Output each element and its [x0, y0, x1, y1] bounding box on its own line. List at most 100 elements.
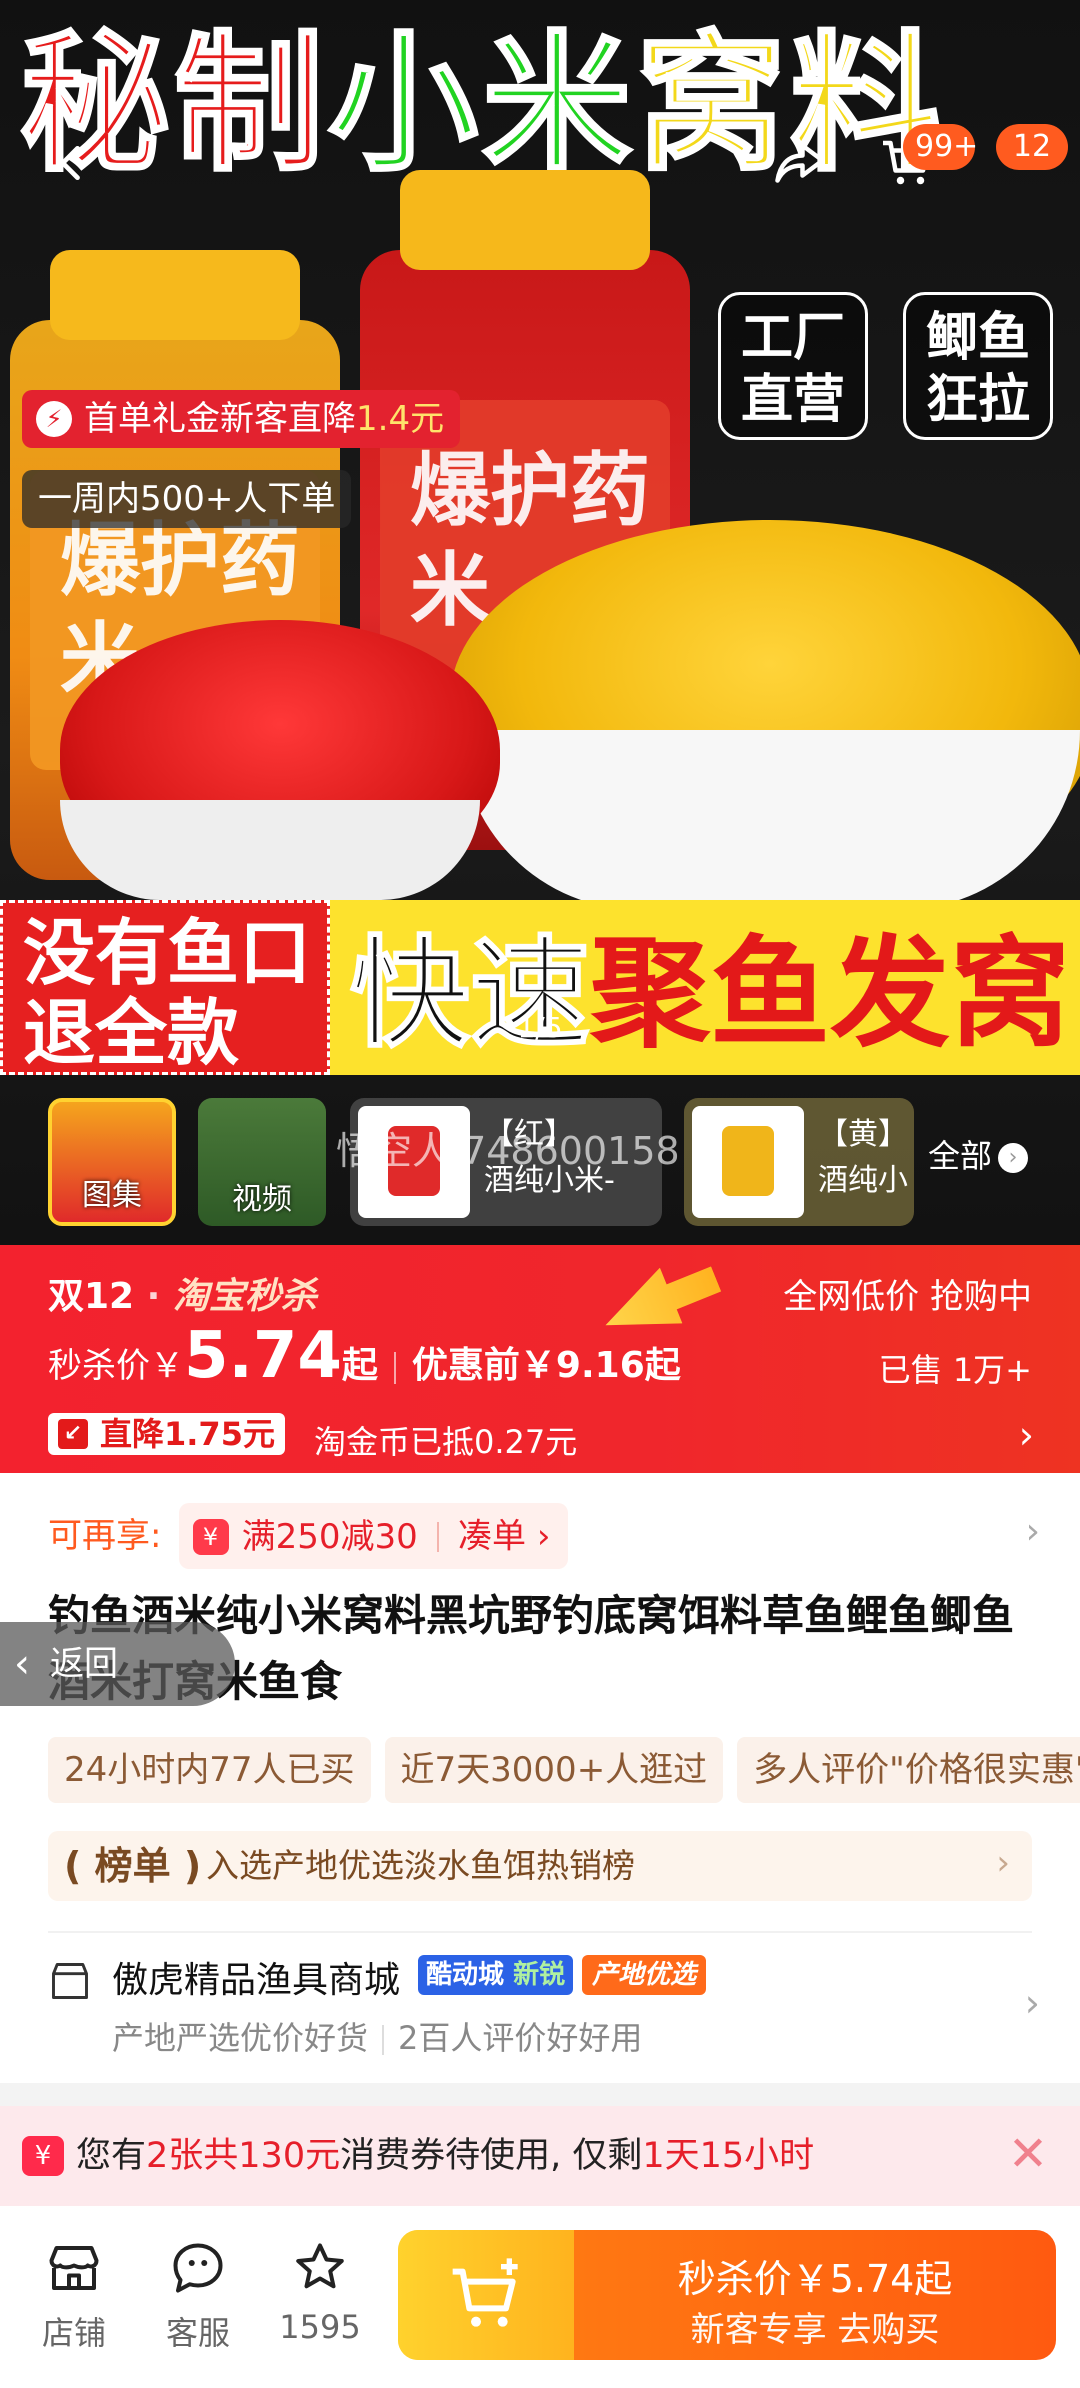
product-detail-page: 秘制小米窝料 爆护药米 爆护药米 工厂 直营 鲫鱼 狂拉 没有鱼口 退全款 快速… — [0, 0, 1080, 2388]
shop-name[interactable]: 傲虎精品渔具商城 — [112, 1951, 400, 2003]
thumb-variant-yellow[interactable]: 【黄】 酒纯小 — [684, 1098, 914, 1226]
event-label: 双12 · 淘宝秒杀 — [48, 1267, 317, 1319]
store-icon — [49, 2246, 99, 2290]
weekly-orders-pill: 一周内500+人下单 — [22, 470, 352, 528]
add-cart-icon — [452, 2258, 518, 2327]
floating-back-button[interactable]: ‹ 返回 — [0, 1622, 235, 1706]
sold-count: 已售 1万+ — [878, 1351, 1032, 1389]
new-user-gift-pill[interactable]: ⚡ 首单礼金新客直降1.4元 — [22, 390, 461, 448]
coupon-text-2: 消费券待使用, 仅剩 — [340, 2136, 643, 2176]
shop-subtitle: 产地严选优价好货 2百人评价好好用 — [112, 2013, 642, 2059]
coupon-time-left: 1天15小时 — [642, 2136, 815, 2176]
buy-price-label: 秒杀价￥5.74起 — [677, 2257, 953, 2301]
chevron-left-icon — [60, 145, 80, 181]
banner-slogan: 快速聚鱼发窝 — [349, 929, 1070, 1061]
arrow-down-icon: ↙ — [58, 1419, 88, 1449]
coupon-text-1: 您有 — [76, 2136, 147, 2176]
add-to-cart-button[interactable] — [398, 2230, 574, 2360]
ranking-text: 入选产地优选淡水鱼饵热销榜 — [206, 1846, 635, 1885]
price-prefix: 秒杀价￥ — [48, 1346, 184, 1386]
ranking-row[interactable]: ( 榜单 ) 入选产地优选淡水鱼饵热销榜 › — [48, 1831, 1032, 1901]
promo-row[interactable]: 可再享: ¥ 满250减30 凑单 › — [48, 1503, 569, 1569]
tag-reviews: 多人评价"价格很实惠" — [737, 1737, 1080, 1803]
crucian-badge: 鲫鱼 狂拉 — [903, 292, 1053, 440]
tab-favorite[interactable]: 1595 — [270, 2238, 370, 2346]
price-drop-badge: ↙ 直降1.75元 — [48, 1413, 285, 1455]
white-dish — [460, 730, 1080, 910]
back-button[interactable] — [24, 115, 120, 211]
price-amount: 5.74 — [184, 1319, 342, 1393]
view-all-label: 全部 — [928, 1137, 993, 1175]
watermark: 悟空人 748600158 — [336, 1129, 680, 1173]
thumb-gallery[interactable]: 图集 — [48, 1098, 176, 1226]
thumb-video[interactable]: 视频 — [198, 1098, 326, 1226]
thumb-gallery-label: 图集 — [82, 1178, 142, 1213]
share-icon — [775, 143, 825, 183]
price-slogan: 全网低价 抢购中 — [783, 1277, 1032, 1317]
buy-cta-label: 新客专享 去购买 — [690, 2310, 940, 2350]
banner-slogan-red: 聚鱼发窝 — [590, 925, 1070, 1064]
tab-shop-label: 店铺 — [41, 2314, 106, 2352]
close-icon[interactable]: ✕ — [998, 2124, 1058, 2184]
coupon-text: 您有2张共130元消费券待使用, 仅剩1天15小时 — [76, 2128, 814, 2184]
event-dot: · — [146, 1276, 161, 1317]
tag-bought-24h: 24小时内77人已买 — [48, 1737, 371, 1803]
shop-sub-2: 2百人评价好好用 — [398, 2019, 643, 2057]
shop-sub-1: 产地严选优价好货 — [112, 2019, 369, 2057]
factory-direct-badge: 工厂 直营 — [718, 292, 868, 440]
tab-shop[interactable]: 店铺 — [24, 2238, 124, 2354]
chevron-right-icon[interactable]: › — [1026, 1511, 1040, 1552]
shop-badge-kudong-text: 酷动城 — [426, 1960, 505, 1990]
message-count-badge: 12 — [996, 124, 1068, 170]
thumb-video-label: 视频 — [232, 1182, 292, 1217]
product-info-card: 可再享: ¥ 满250减30 凑单 › › 钓鱼酒米纯小米窝料黑坑野钓底窝饵料草… — [0, 1473, 1080, 2083]
white-dish — [60, 800, 480, 900]
buy-button[interactable]: 秒杀价￥5.74起 新客专享 去购买 — [398, 2230, 1056, 2360]
refund-promise: 没有鱼口 退全款 — [0, 900, 330, 1075]
event-name: 双12 — [48, 1276, 135, 1317]
promo-discount: 满250减30 — [241, 1516, 418, 1557]
lightning-icon: ⚡ — [36, 401, 72, 437]
view-all-button[interactable]: 全部 › — [928, 1128, 1029, 1184]
ranking-badge: ( 榜单 ) — [64, 1844, 202, 1888]
flash-sale-brand: 淘宝秒杀 — [172, 1276, 317, 1317]
share-button[interactable] — [752, 115, 848, 211]
favorite-count: 1595 — [279, 2308, 361, 2346]
thumb-variant-yellow-label: 【黄】 酒纯小 — [818, 1117, 908, 1198]
price-drop-text: 直降1.75元 — [100, 1415, 275, 1453]
coupon-icon: ¥ — [22, 2136, 64, 2176]
price-section: 双12 · 淘宝秒杀 全网低价 抢购中 秒杀价￥5.74起 优惠前￥9.16起 已… — [0, 1245, 1080, 1473]
image-page-indicator: 1/5 — [517, 1011, 563, 1044]
coupon-reminder-bar[interactable]: ¥ 您有2张共130元消费券待使用, 仅剩1天15小时 ✕ — [0, 2106, 1080, 2206]
store-icon — [52, 1963, 88, 1999]
promo-pill[interactable]: ¥ 满250减30 凑单 › — [178, 1503, 569, 1569]
gift-text: 首单礼金新客直降 — [84, 399, 356, 439]
chat-icon — [173, 2243, 223, 2293]
tab-cs-label: 客服 — [165, 2314, 230, 2352]
chevron-right-icon: › — [996, 1843, 1010, 1883]
coupon-count: 2张共130元 — [146, 2136, 341, 2176]
chevron-right-icon[interactable]: › — [1019, 1413, 1034, 1457]
price-line: 秒杀价￥5.74起 优惠前￥9.16起 — [48, 1321, 681, 1401]
floating-back-label: 返回 — [50, 1644, 118, 1684]
hero-banner: 没有鱼口 退全款 快速聚鱼发窝 — [0, 900, 1080, 1075]
shop-badge-kudong: 酷动城 新锐 — [418, 1955, 574, 1995]
tab-customer-service[interactable]: 客服 — [148, 2238, 248, 2354]
price-suffix: 起 — [341, 1345, 378, 1386]
gift-amount: 1.4元 — [356, 399, 445, 439]
chevron-left-icon: ‹ — [14, 1641, 30, 1687]
chevron-right-icon[interactable]: › — [1025, 1981, 1040, 2025]
shop-badge-new-text: 新锐 — [513, 1960, 566, 1990]
star-icon — [296, 2243, 344, 2289]
coupon-icon: ¥ — [192, 1518, 229, 1555]
tag-visited-7d: 近7天3000+人逛过 — [384, 1737, 724, 1803]
ranking-badge-text: 榜单 — [94, 1844, 171, 1888]
hero-title-green: 小米 — [327, 18, 637, 192]
shop-badge-origin: 产地优选 — [582, 1955, 707, 1995]
promo-label: 可再享: — [48, 1516, 162, 1556]
cart-count-badge: 99+ — [903, 124, 978, 170]
coin-deduction[interactable]: 淘金币已抵0.27元 — [314, 1417, 577, 1463]
original-price: 优惠前￥9.16起 — [411, 1345, 681, 1386]
bottom-action-bar: 店铺 客服 1595 秒杀价￥5.74起 新客专享 去购买 — [0, 2206, 1080, 2388]
social-proof-tags: 24小时内77人已买 近7天3000+人逛过 多人评价"价格很实惠" — [48, 1737, 1080, 1803]
